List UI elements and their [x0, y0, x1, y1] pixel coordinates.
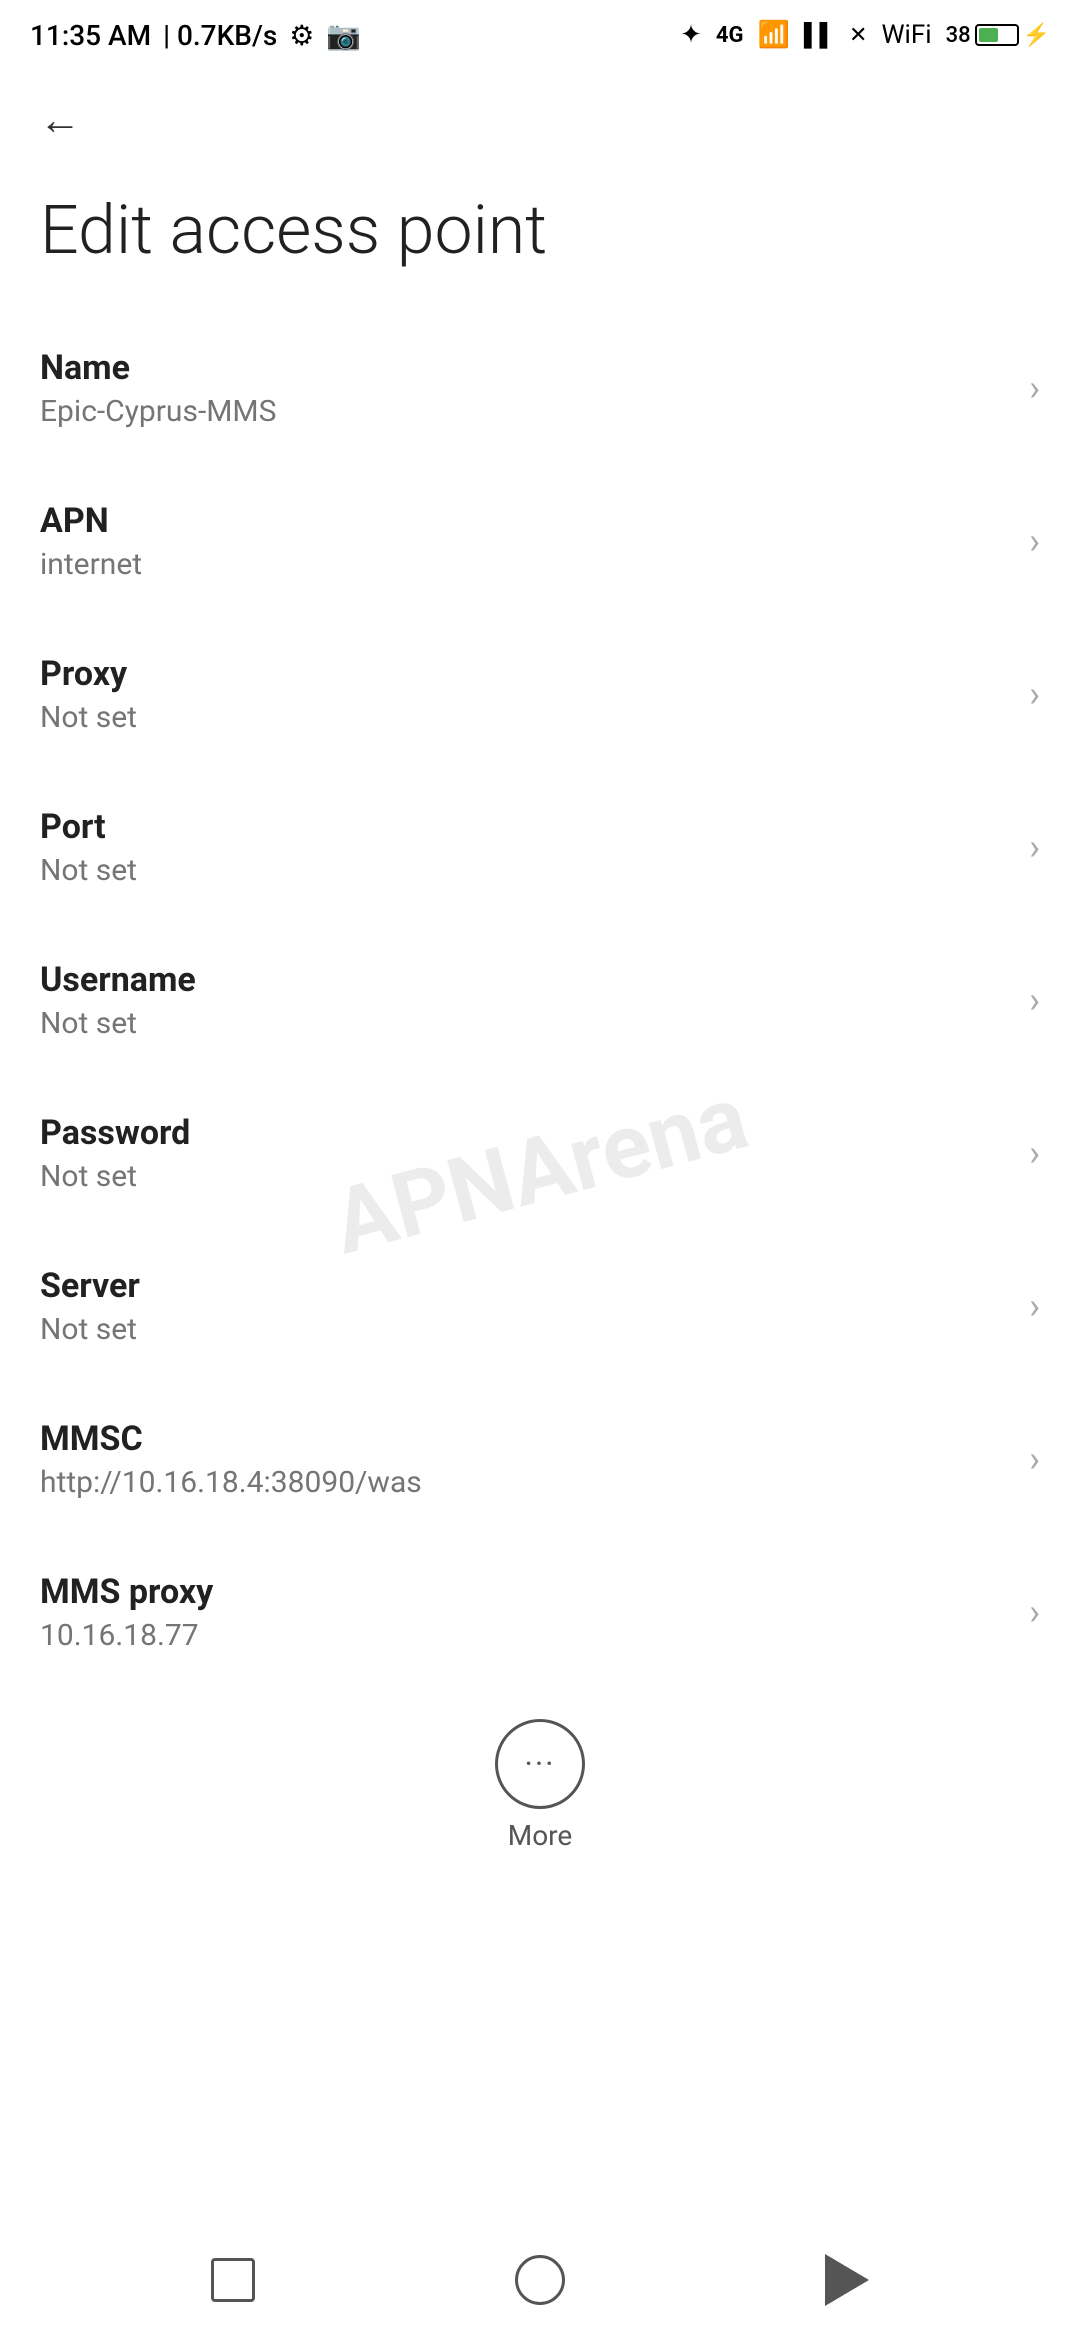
- settings-item-apn[interactable]: APN internet ›: [0, 465, 1080, 618]
- settings-item-port-value: Not set: [40, 853, 1009, 888]
- nav-home-button[interactable]: [505, 2245, 575, 2315]
- time-display: 11:35 AM: [30, 19, 151, 52]
- settings-item-name-label: Name: [40, 348, 1009, 388]
- wifi-icon: WiFi: [881, 20, 931, 50]
- settings-item-port[interactable]: Port Not set ›: [0, 771, 1080, 924]
- settings-item-password[interactable]: Password Not set ›: [0, 1077, 1080, 1230]
- settings-item-apn-content: APN internet: [40, 501, 1009, 582]
- settings-item-port-label: Port: [40, 807, 1009, 847]
- page-title: Edit access point: [40, 190, 1040, 272]
- settings-item-name-content: Name Epic-Cyprus-MMS: [40, 348, 1009, 429]
- nav-recents-icon: [211, 2258, 255, 2302]
- settings-list: Name Epic-Cyprus-MMS › APN internet › Pr…: [0, 312, 1080, 1689]
- signal-x-icon: ✕: [849, 23, 867, 48]
- nav-recents-button[interactable]: [198, 2245, 268, 2315]
- status-bar: 11:35 AM | 0.7KB/s ⚙ 📷 ✦ 4G 📶 ▌▌ ✕ WiFi …: [0, 0, 1080, 70]
- camera-icon: 📷: [326, 19, 361, 52]
- nav-back-icon: [825, 2254, 869, 2306]
- settings-item-mms-proxy[interactable]: MMS proxy 10.16.18.77 ›: [0, 1536, 1080, 1689]
- chevron-right-icon-server: ›: [1029, 1285, 1040, 1327]
- chevron-right-icon-username: ›: [1029, 979, 1040, 1021]
- battery-box: [975, 24, 1019, 46]
- back-arrow-icon: ←: [39, 96, 81, 145]
- nav-home-icon: [515, 2255, 565, 2305]
- settings-item-password-label: Password: [40, 1113, 1009, 1153]
- nav-bar: [0, 2220, 1080, 2340]
- chevron-right-icon-name: ›: [1029, 367, 1040, 409]
- charging-icon: ⚡: [1023, 23, 1050, 48]
- settings-item-password-content: Password Not set: [40, 1113, 1009, 1194]
- more-dots-icon: ···: [524, 1745, 555, 1783]
- settings-item-server-value: Not set: [40, 1312, 1009, 1347]
- speed-display: | 0.7KB/s: [163, 19, 277, 52]
- settings-item-apn-value: internet: [40, 547, 1009, 582]
- chevron-right-icon-mms-proxy: ›: [1029, 1591, 1040, 1633]
- chevron-right-icon-mmsc: ›: [1029, 1438, 1040, 1480]
- more-button-container: ··· More: [0, 1689, 1080, 1882]
- settings-item-mms-proxy-value: 10.16.18.77: [40, 1618, 1009, 1653]
- settings-item-username-value: Not set: [40, 1006, 1009, 1041]
- settings-item-mmsc-value: http://10.16.18.4:38090/was: [40, 1465, 1009, 1500]
- settings-item-mmsc-content: MMSC http://10.16.18.4:38090/was: [40, 1419, 1009, 1500]
- settings-item-proxy-label: Proxy: [40, 654, 1009, 694]
- settings-item-proxy-content: Proxy Not set: [40, 654, 1009, 735]
- page-title-container: Edit access point: [0, 170, 1080, 312]
- signal-bars-icon: 📶: [757, 20, 789, 50]
- toolbar: ←: [0, 70, 1080, 170]
- bluetooth-icon: ✦: [680, 20, 702, 50]
- settings-item-mmsc-label: MMSC: [40, 1419, 1009, 1459]
- settings-item-apn-label: APN: [40, 501, 1009, 541]
- settings-item-mms-proxy-content: MMS proxy 10.16.18.77: [40, 1572, 1009, 1653]
- settings-item-port-content: Port Not set: [40, 807, 1009, 888]
- chevron-right-icon-apn: ›: [1029, 520, 1040, 562]
- chevron-right-icon-password: ›: [1029, 1132, 1040, 1174]
- signal-4g-icon: 4G: [716, 23, 744, 48]
- status-bar-left: 11:35 AM | 0.7KB/s ⚙ 📷: [30, 19, 361, 52]
- settings-item-server[interactable]: Server Not set ›: [0, 1230, 1080, 1383]
- settings-item-username-content: Username Not set: [40, 960, 1009, 1041]
- battery-indicator: 38 ⚡: [946, 23, 1050, 48]
- settings-item-server-label: Server: [40, 1266, 1009, 1306]
- chevron-right-icon-proxy: ›: [1029, 673, 1040, 715]
- settings-item-username[interactable]: Username Not set ›: [0, 924, 1080, 1077]
- settings-icon: ⚙: [289, 19, 314, 52]
- signal-bars-2-icon: ▌▌: [804, 22, 835, 48]
- settings-item-name[interactable]: Name Epic-Cyprus-MMS ›: [0, 312, 1080, 465]
- settings-item-password-value: Not set: [40, 1159, 1009, 1194]
- back-button[interactable]: ←: [30, 90, 90, 150]
- status-bar-right: ✦ 4G 📶 ▌▌ ✕ WiFi 38 ⚡: [680, 20, 1050, 50]
- more-label: More: [508, 1819, 573, 1852]
- nav-back-button[interactable]: [812, 2245, 882, 2315]
- settings-item-mmsc[interactable]: MMSC http://10.16.18.4:38090/was ›: [0, 1383, 1080, 1536]
- settings-item-username-label: Username: [40, 960, 1009, 1000]
- settings-item-proxy[interactable]: Proxy Not set ›: [0, 618, 1080, 771]
- settings-item-server-content: Server Not set: [40, 1266, 1009, 1347]
- battery-fill: [979, 28, 999, 42]
- settings-item-proxy-value: Not set: [40, 700, 1009, 735]
- more-button[interactable]: ···: [495, 1719, 585, 1809]
- settings-item-mms-proxy-label: MMS proxy: [40, 1572, 1009, 1612]
- chevron-right-icon-port: ›: [1029, 826, 1040, 868]
- settings-item-name-value: Epic-Cyprus-MMS: [40, 394, 1009, 429]
